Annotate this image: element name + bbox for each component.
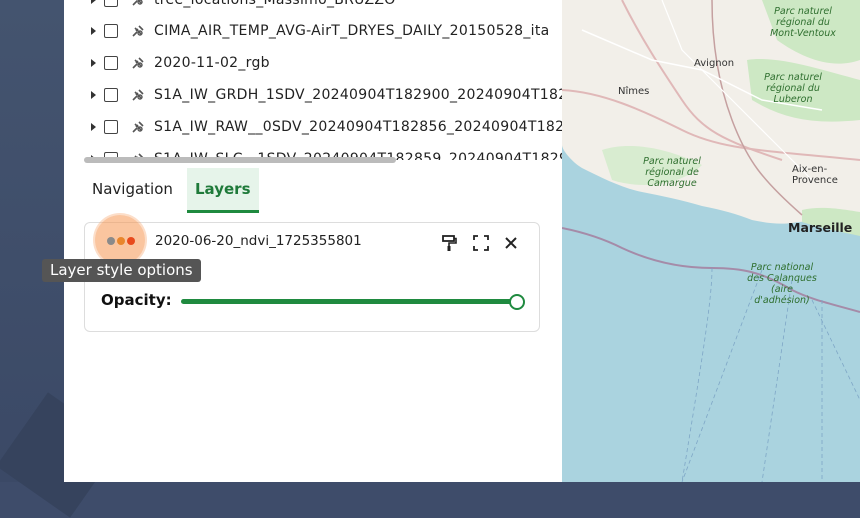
- map-park-label: Parc naturel régional du Mont-Ventoux: [770, 6, 836, 39]
- tooltip: Layer style options: [42, 259, 201, 282]
- satellite-icon: [132, 57, 144, 69]
- horizontal-scrollbar[interactable]: [84, 157, 396, 163]
- tree-row[interactable]: 2020-11-02_rgb: [64, 47, 562, 79]
- layer-checkbox[interactable]: [104, 56, 118, 70]
- map-city-label: Aix-en-Provence: [792, 164, 838, 186]
- tab-layers[interactable]: Layers: [187, 168, 259, 213]
- tree-row-label[interactable]: CIMA_AIR_TEMP_AVG-AirT_DRYES_DAILY_20150…: [154, 23, 549, 39]
- satellite-icon: [132, 0, 143, 6]
- map-park-label: Parc national des Calanques (aire d'adhé…: [747, 262, 817, 306]
- opacity-slider[interactable]: [181, 293, 525, 310]
- style-dot-icon: [117, 237, 125, 245]
- opacity-slider-thumb[interactable]: [509, 293, 525, 310]
- tree-row-label[interactable]: tree_locations_Massimo_BRUZZO: [154, 0, 396, 8]
- side-panel: tree_locations_Massimo_BRUZZO CIMA_AIR_T…: [42, 0, 562, 482]
- layer-checkbox[interactable]: [104, 0, 118, 7]
- tree-row[interactable]: S1A_IW_GRDH_1SDV_20240904T182900_2024090…: [64, 79, 562, 111]
- map-park-label: Parc naturel régional de Camargue: [643, 156, 701, 189]
- tab-navigation[interactable]: Navigation: [84, 168, 181, 210]
- satellite-icon: [132, 121, 144, 133]
- satellite-icon: [132, 89, 144, 101]
- map-city-label: Nîmes: [618, 86, 650, 97]
- map-park-label: Parc naturel régional du Luberon: [764, 72, 822, 105]
- style-dot-icon: [107, 237, 115, 245]
- paint-roller-icon[interactable]: [439, 233, 459, 253]
- style-dot-icon: [127, 237, 135, 245]
- layer-tree[interactable]: tree_locations_Massimo_BRUZZO CIMA_AIR_T…: [64, 0, 562, 160]
- tree-row-label[interactable]: S1A_IW_RAW__0SDV_20240904T182856_2024090…: [154, 119, 562, 135]
- tree-row-label[interactable]: 2020-11-02_rgb: [154, 55, 270, 71]
- map-city-label: Avignon: [694, 58, 735, 69]
- expand-caret-icon[interactable]: [91, 91, 96, 99]
- tree-row[interactable]: tree_locations_Massimo_BRUZZO: [64, 0, 562, 16]
- layer-checkbox[interactable]: [104, 24, 118, 38]
- tree-row[interactable]: CIMA_AIR_TEMP_AVG-AirT_DRYES_DAILY_20150…: [64, 15, 562, 47]
- close-icon[interactable]: [501, 233, 521, 253]
- opacity-label: Opacity:: [101, 291, 172, 309]
- layer-style-button[interactable]: [95, 215, 145, 265]
- layer-checkbox[interactable]: [104, 88, 118, 102]
- map-city-label: Marseille: [788, 220, 853, 235]
- expand-caret-icon[interactable]: [91, 123, 96, 131]
- background-panel: [0, 0, 122, 518]
- fullscreen-icon[interactable]: [471, 233, 491, 253]
- satellite-icon: [132, 25, 144, 37]
- map-view[interactable]: Parc naturel régional du Mont-Ventoux Pa…: [562, 0, 860, 482]
- layer-title: 2020-06-20_ndvi_1725355801: [155, 233, 362, 249]
- tree-row-label[interactable]: S1A_IW_GRDH_1SDV_20240904T182900_2024090…: [154, 87, 562, 103]
- tree-row[interactable]: S1A_IW_RAW__0SDV_20240904T182856_2024090…: [64, 111, 562, 143]
- expand-caret-icon[interactable]: [91, 59, 96, 67]
- expand-caret-icon[interactable]: [91, 27, 96, 35]
- expand-caret-icon[interactable]: [91, 0, 96, 4]
- panel-tabs: Navigation Layers: [64, 168, 562, 214]
- layer-checkbox[interactable]: [104, 120, 118, 134]
